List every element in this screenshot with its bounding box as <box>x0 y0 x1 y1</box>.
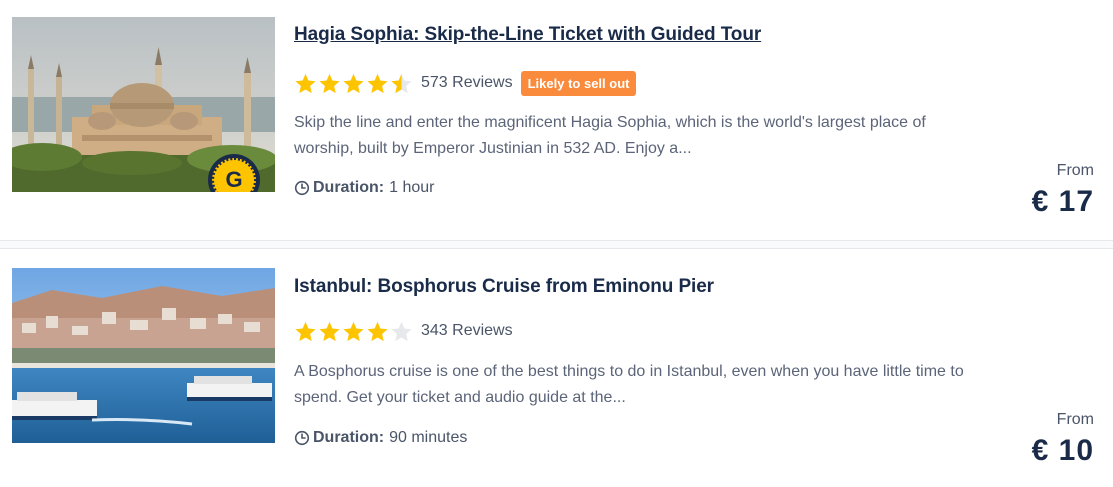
tour-description: Skip the line and enter the magnificent … <box>294 110 1014 162</box>
duration-value: 1 hour <box>389 179 435 196</box>
price: € 17 <box>1031 185 1094 218</box>
card-divider <box>0 240 1113 249</box>
star-full-icon <box>319 73 340 93</box>
from-label: From <box>1056 162 1094 179</box>
tour-title[interactable]: Istanbul: Bosphorus Cruise from Eminonu … <box>294 276 714 298</box>
star-full-icon <box>367 321 388 341</box>
duration-label: Duration: <box>313 179 385 196</box>
tour-image-hagia-sophia[interactable]: G <box>12 17 275 192</box>
star-full-icon <box>319 321 340 341</box>
rating-row: 343 Reviews <box>294 318 521 344</box>
star-half-icon <box>391 73 412 93</box>
star-full-icon <box>343 73 364 93</box>
guarantee-badge-letter: G <box>212 158 256 192</box>
description-line: spend. Get your ticket and audio guide a… <box>294 389 626 406</box>
tour-description: A Bosphorus cruise is one of the best th… <box>294 359 1014 411</box>
tour-card[interactable]: G Hagia Sophia: Skip-the-Line Ticket wit… <box>0 0 1113 240</box>
likely-to-sell-out-badge: Likely to sell out <box>520 70 637 96</box>
tour-title[interactable]: Hagia Sophia: Skip-the-Line Ticket with … <box>294 24 761 46</box>
bosphorus-photo <box>12 268 275 443</box>
description-line: worship, built by Emperor Justinian in 5… <box>294 140 692 157</box>
from-label: From <box>1056 411 1094 428</box>
clock-icon <box>294 180 310 196</box>
star-rating <box>294 320 413 343</box>
star-full-icon <box>295 321 316 341</box>
description-line: Skip the line and enter the magnificent … <box>294 114 926 131</box>
duration-label: Duration: <box>313 429 385 446</box>
star-empty-icon <box>391 321 412 341</box>
tour-image-bosphorus[interactable] <box>12 268 275 443</box>
star-full-icon <box>367 73 388 93</box>
review-count[interactable]: 343 Reviews <box>421 322 513 340</box>
duration-value: 90 minutes <box>389 429 468 446</box>
star-full-icon <box>343 321 364 341</box>
clock-icon <box>294 430 310 446</box>
duration: Duration: 1 hour <box>294 179 434 197</box>
star-full-icon <box>295 73 316 93</box>
rating-row: 573 Reviews Likely to sell out <box>294 70 637 96</box>
tour-card[interactable]: Istanbul: Bosphorus Cruise from Eminonu … <box>0 249 1113 487</box>
duration: Duration: 90 minutes <box>294 429 467 447</box>
review-count[interactable]: 573 Reviews <box>421 74 513 92</box>
star-rating <box>294 72 413 95</box>
price: € 10 <box>1031 434 1094 467</box>
description-line: A Bosphorus cruise is one of the best th… <box>294 363 964 380</box>
